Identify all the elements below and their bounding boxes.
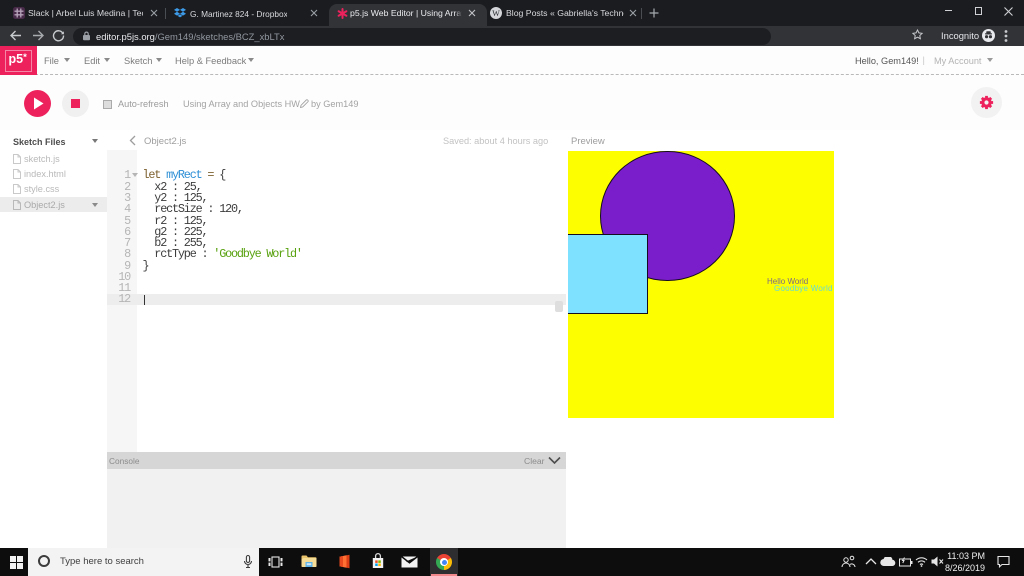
svg-text:W: W <box>492 9 500 18</box>
